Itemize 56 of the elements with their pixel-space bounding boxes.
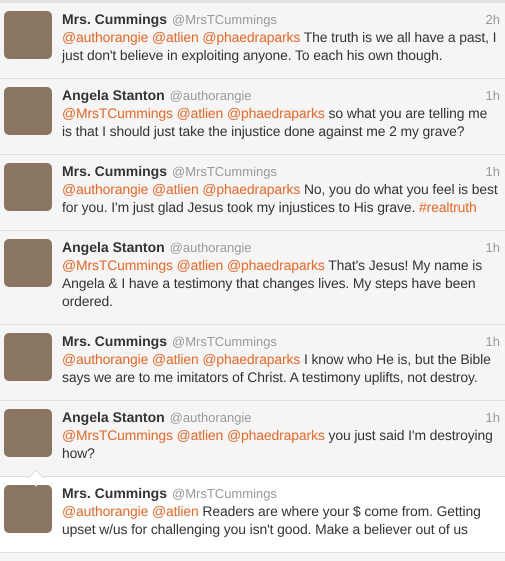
user-name[interactable]: Angela Stanton [62, 409, 165, 425]
avatar-photo-placeholder[interactable] [4, 409, 52, 457]
mention-link[interactable]: @authorangie [62, 181, 148, 197]
avatar-photo-placeholder[interactable] [4, 239, 52, 287]
avatar-photo-placeholder[interactable] [4, 163, 52, 211]
user-name[interactable]: Mrs. Cummings [62, 333, 168, 349]
mention-link[interactable]: @atlien [152, 181, 199, 197]
tweet-text: @authorangie @atlien Readers are where your $ come from. Getting upset w/us for challenging you isn't good. Make a believer out of us [62, 502, 482, 538]
mention-link[interactable]: @authorangie [62, 503, 148, 519]
avatar-photo-placeholder[interactable] [4, 87, 52, 135]
timestamp[interactable]: 1h [486, 410, 500, 425]
mention-link[interactable]: @MrsTCummings [62, 105, 173, 121]
avatar-photo-placeholder[interactable] [4, 485, 52, 533]
mention-link[interactable]: @atlien [176, 257, 224, 273]
user-name[interactable]: Mrs. Cummings [62, 485, 168, 501]
tweet-text: @MrsTCummings @atlien @phaedraparks you just said I'm destroying how? [62, 426, 494, 462]
user-name[interactable]: Angela Stanton [62, 239, 165, 255]
tweet-text: @authorangie @atlien @phaedraparks I know who He is, but the Bible says we are to me imitators of Christ. A testimony uplifts, not destroy. [62, 350, 492, 386]
mention-link[interactable]: @atlien [152, 29, 199, 45]
user-handle: @authorangie [170, 88, 253, 103]
mention-link[interactable]: @phaedraparks [226, 105, 325, 121]
mention-link[interactable]: @atlien [176, 427, 224, 443]
user-handle: @MrsTCummings [172, 334, 278, 349]
user-handle: @authorangie [170, 240, 253, 255]
user-handle: @MrsTCummings [172, 486, 278, 501]
mention-link[interactable]: @atlien [152, 503, 199, 519]
mention-link[interactable]: @phaedraparks [226, 427, 325, 443]
mention-link[interactable]: @MrsTCummings [62, 257, 173, 273]
timestamp[interactable]: 2h [486, 12, 500, 27]
mention-link[interactable]: @atlien [176, 105, 224, 121]
avatar-photo-placeholder[interactable] [4, 333, 52, 381]
mention-link[interactable]: @phaedraparks [202, 181, 300, 197]
user-name[interactable]: Mrs. Cummings [62, 11, 168, 27]
mention-link[interactable]: @phaedraparks [202, 351, 300, 367]
timestamp[interactable]: 1h [486, 164, 500, 179]
timestamp[interactable]: 1h [486, 334, 500, 349]
mention-link[interactable]: @MrsTCummings [62, 427, 173, 443]
tweet-text: @MrsTCummings @atlien @phaedraparks so what you are telling me is that I should just take the injustice done against me 2 my grave? [62, 104, 488, 140]
tweet-text: @MrsTCummings @atlien @phaedraparks That's Jesus! My name is Angela & I have a testimony that changes lives. My steps have been ordered. [62, 256, 484, 310]
timestamp[interactable]: 1h [486, 88, 500, 103]
tweet-text: @authorangie @atlien @phaedraparks No, you do what you feel is best for you. I'm just glad Jesus took my injustices to His grave. #realtruth [62, 180, 499, 216]
user-handle: @authorangie [170, 410, 253, 425]
user-name[interactable]: Angela Stanton [62, 87, 165, 103]
tweet-card[interactable]: Mrs. Cummings @MrsTCummings @authorangie @atlien Readers are where your $ come from. Getting upset w/us for challenging you isn't good. Make a believer out of us [0, 477, 505, 553]
avatar-photo-placeholder[interactable] [4, 11, 52, 59]
timestamp[interactable]: 1h [486, 240, 500, 255]
mention-link[interactable]: @phaedraparks [226, 257, 325, 273]
mention-link[interactable]: @authorangie [62, 351, 148, 367]
user-handle: @MrsTCummings [172, 164, 278, 179]
mention-link[interactable]: @atlien [152, 351, 199, 367]
mention-link[interactable]: #realtruth [419, 199, 477, 215]
tweet-text: @authorangie @atlien @phaedraparks The truth is we all have a past, I just don't believe in exploiting anyone. To each his own though. [62, 28, 498, 64]
user-name[interactable]: Mrs. Cummings [62, 163, 168, 179]
user-handle: @MrsTCummings [172, 12, 278, 27]
mention-link[interactable]: @authorangie [62, 29, 148, 45]
mention-link[interactable]: @phaedraparks [202, 29, 300, 45]
